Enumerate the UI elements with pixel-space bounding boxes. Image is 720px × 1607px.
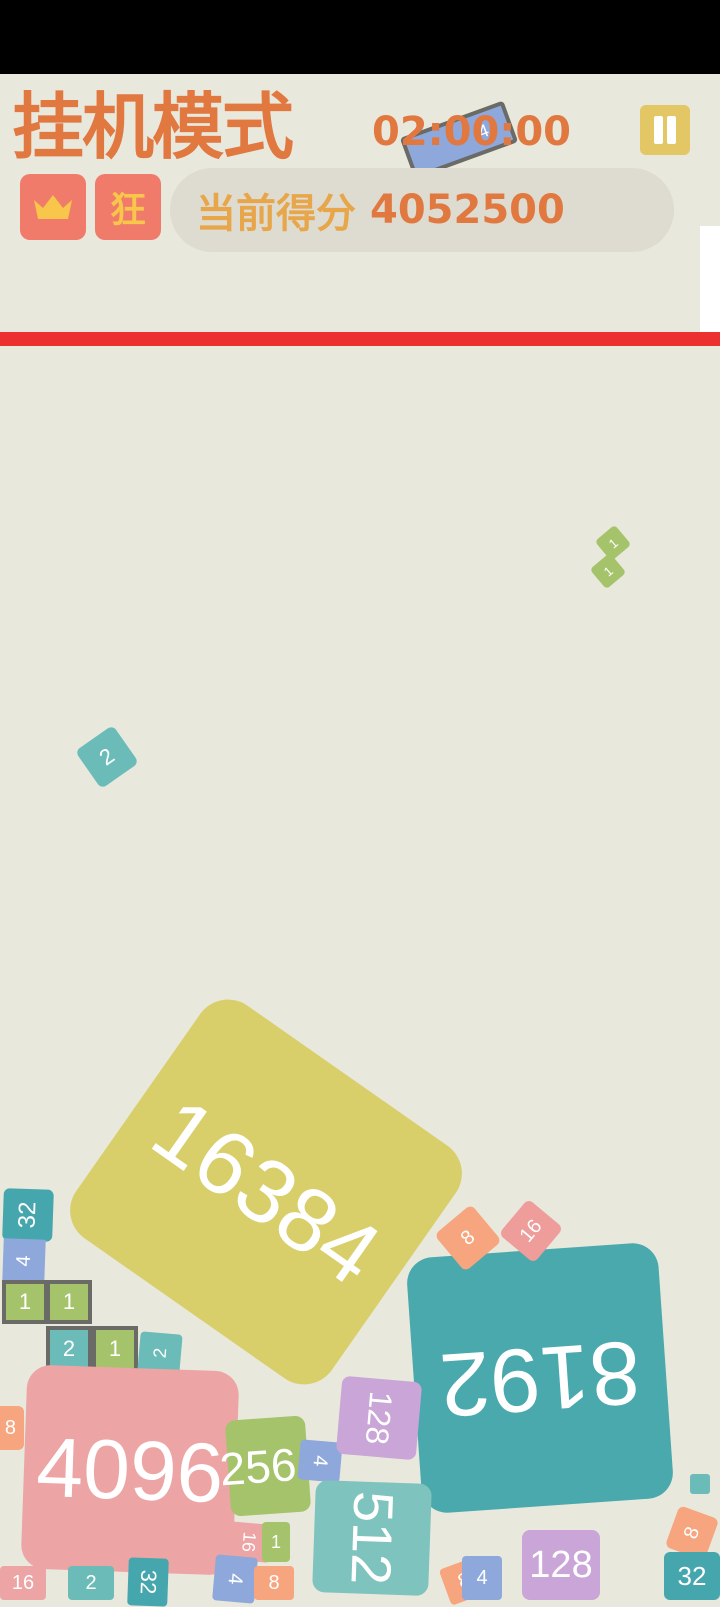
tile-128: 128: [335, 1375, 423, 1461]
pause-button[interactable]: [640, 105, 690, 155]
frenzy-badge[interactable]: 狂: [95, 174, 161, 240]
tile-32: 32: [2, 1188, 54, 1242]
tile-8192: 8192: [405, 1241, 675, 1515]
tile-32: 32: [664, 1552, 720, 1600]
status-bar: [0, 0, 720, 74]
pause-icon: [654, 116, 663, 144]
tile-2: 2: [68, 1566, 114, 1600]
tile-128: 128: [522, 1530, 600, 1600]
tile-4096: 4096: [20, 1364, 240, 1576]
crown-badge[interactable]: [20, 174, 86, 240]
mode-title: 挂机模式: [12, 85, 294, 169]
side-panel-edge: [700, 226, 720, 334]
tile-512: 512: [312, 1480, 432, 1596]
tile-8: 8: [254, 1566, 294, 1600]
tile-tiny: [690, 1474, 710, 1494]
tile-1: 1: [2, 1280, 48, 1324]
tile-4: 4: [462, 1556, 502, 1600]
score-display: 当前得分 4052500: [170, 168, 674, 252]
tile-1: 1: [46, 1280, 92, 1324]
tile-4: 4: [2, 1238, 46, 1284]
tile-4: 4: [212, 1554, 258, 1604]
tile-8: 8: [0, 1406, 24, 1450]
tile-1: 1: [262, 1522, 290, 1562]
tile-2: 2: [74, 724, 140, 790]
limit-line: [0, 332, 720, 346]
tile-16: 16: [0, 1566, 46, 1600]
tile-32: 32: [127, 1557, 169, 1607]
score-label: 当前得分: [196, 191, 356, 237]
score-value: 4052500: [370, 187, 565, 233]
countdown-timer: 02:00:00: [372, 109, 571, 155]
tile-1: 1: [589, 552, 627, 590]
tile-1: 1: [92, 1326, 138, 1372]
crown-icon: [34, 195, 72, 219]
